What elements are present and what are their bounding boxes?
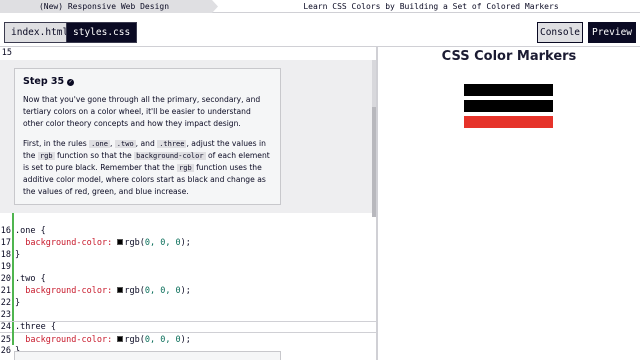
- marker-three: [464, 116, 553, 128]
- changed-line-marker: [12, 225, 14, 237]
- line-number: 15: [1, 48, 12, 58]
- line-number: 26: [0, 346, 11, 356]
- breadcrumb: (New) Responsive Web Design Learn CSS Co…: [0, 0, 640, 13]
- step-paragraph-1: Now that you've gone through all the pri…: [23, 95, 261, 128]
- marker-two: [464, 100, 553, 112]
- code-line[interactable]: 24 .three {: [0, 309, 377, 332]
- code-chip-two: .two: [114, 140, 136, 148]
- code-lines[interactable]: 16 .one { 17 background-color: rgb(0, 0, …: [0, 213, 377, 360]
- code-chip-three: .three: [157, 140, 187, 148]
- step-paragraph-2: First, in the rules .one, .two, and .thr…: [23, 138, 272, 198]
- tab-styles-css[interactable]: styles.css: [66, 22, 138, 43]
- code-line[interactable]: 22}: [0, 285, 377, 308]
- preview-button[interactable]: Preview: [588, 22, 636, 43]
- changed-line-marker: [12, 213, 14, 225]
- code-line[interactable]: 21 background-color: rgb(0, 0, 0);: [0, 273, 377, 296]
- code-line[interactable]: 17 background-color: rgb(0, 0, 0);: [0, 225, 377, 248]
- changed-line-marker: [12, 237, 14, 249]
- code-editor[interactable]: 15 Step 35 ✓ Now that you've gone through…: [0, 47, 377, 360]
- code-line[interactable]: 19: [0, 249, 377, 272]
- preview-pane: CSS Color Markers: [378, 47, 640, 360]
- editor-tabs-bar: index.html styles.css Console Preview: [0, 13, 640, 47]
- code-line[interactable]: 20 .two {: [0, 261, 377, 284]
- marker-one: [464, 84, 553, 96]
- code-chip-one: .one: [89, 140, 110, 148]
- text-segment: First, in the rules: [23, 139, 90, 148]
- code-line[interactable]: 16 .one {: [0, 213, 377, 236]
- console-button[interactable]: Console: [537, 22, 583, 43]
- code-chip-rgb: rgb: [37, 152, 55, 160]
- changed-line-marker: [12, 273, 14, 285]
- lower-panel-card: [14, 351, 281, 360]
- breadcrumb-project: Learn CSS Colors by Building a Set of Co…: [303, 2, 559, 11]
- code-chip-background-color: background-color: [134, 152, 206, 160]
- code-line-active[interactable]: 25 background-color: rgb(0, 0, 0);: [0, 321, 377, 345]
- instructions-panel: Step 35 ✓ Now that you've gone through al…: [0, 60, 372, 213]
- step-description-card: Step 35 ✓ Now that you've gone through al…: [14, 68, 281, 205]
- text-segment: function so that the: [54, 151, 135, 160]
- code-line[interactable]: 18}: [0, 237, 377, 260]
- step-title: Step 35 ✓: [23, 76, 272, 89]
- preview-heading: CSS Color Markers: [441, 49, 577, 64]
- changed-line-marker: [12, 261, 14, 273]
- changed-line-marker: [12, 285, 14, 297]
- changed-line-marker: [12, 249, 14, 261]
- changed-line-marker: [12, 309, 14, 321]
- code-line[interactable]: 26}: [0, 333, 377, 356]
- changed-line-marker: [12, 297, 14, 309]
- changed-line-marker: [12, 333, 14, 345]
- code-line[interactable]: 23: [0, 297, 377, 320]
- breadcrumb-course[interactable]: (New) Responsive Web Design: [0, 0, 218, 13]
- text-segment: , and: [135, 139, 158, 148]
- code-chip-rgb-2: rgb: [177, 164, 194, 172]
- check-circle-icon: ✓: [67, 79, 75, 86]
- tab-index-html[interactable]: index.html: [4, 22, 76, 43]
- step-title-text: Step 35: [23, 76, 65, 87]
